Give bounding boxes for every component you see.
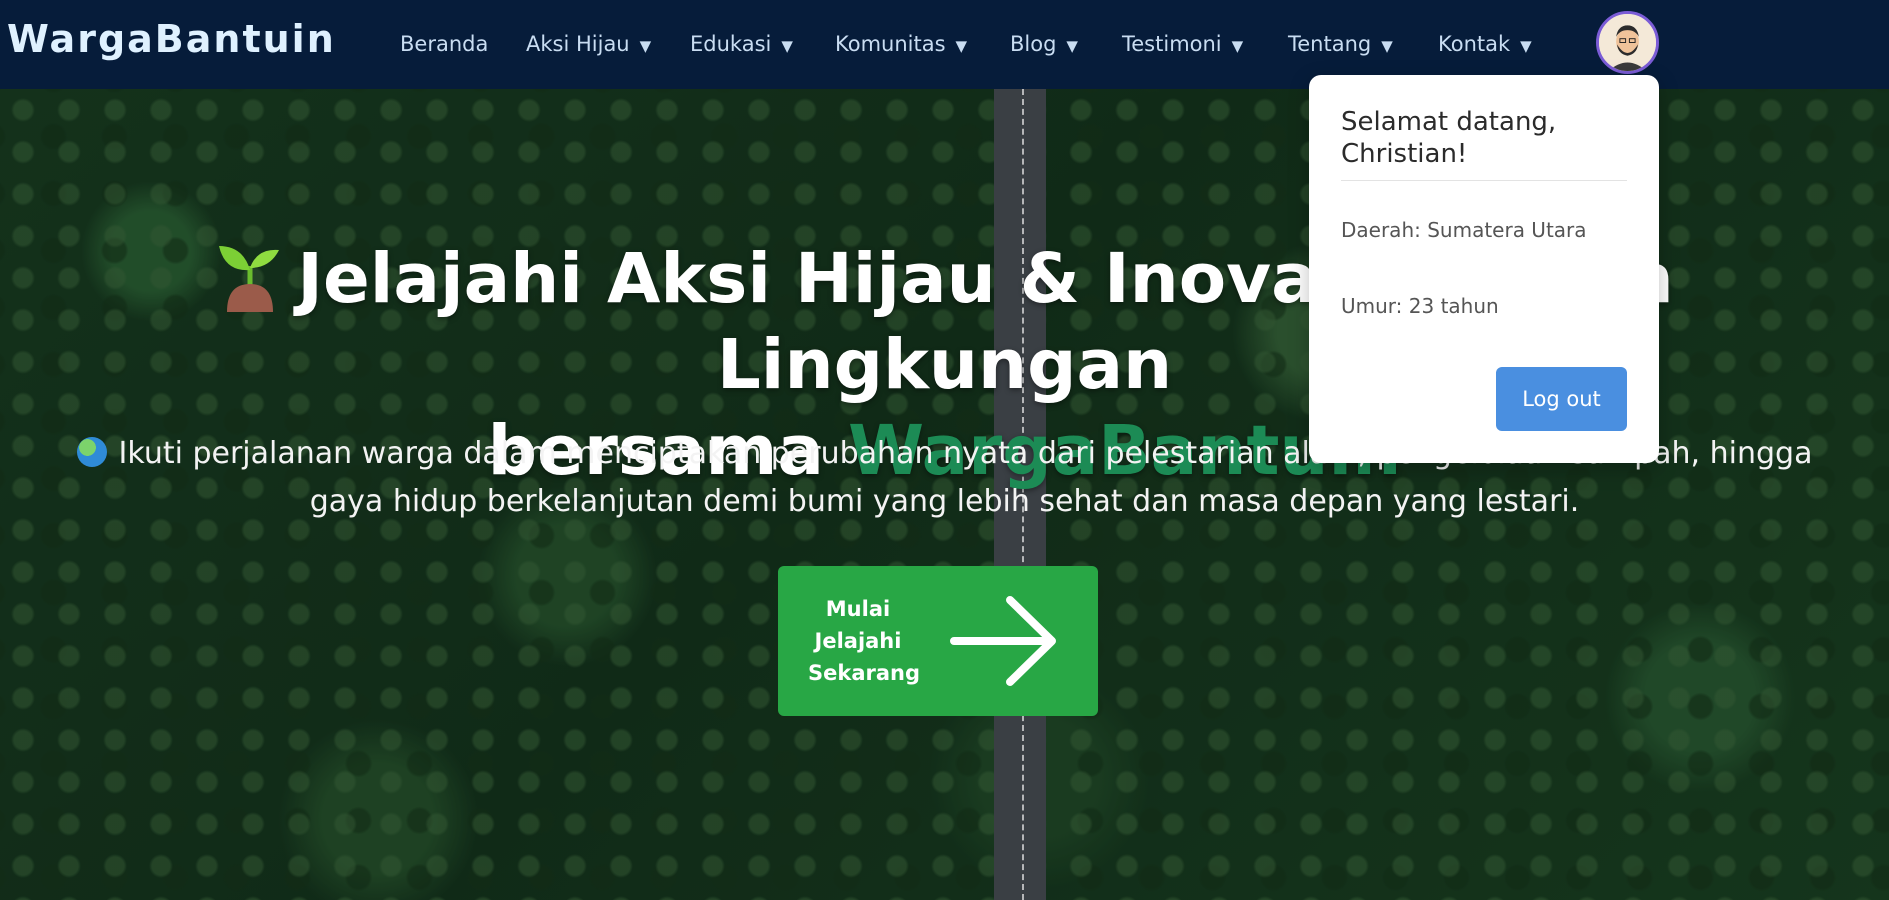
nav-edukasi[interactable]: Edukasi ▼ xyxy=(690,28,793,60)
user-avatar-icon xyxy=(1599,14,1656,71)
chevron-down-icon: ▼ xyxy=(1066,37,1078,55)
logout-button[interactable]: Log out xyxy=(1496,367,1627,431)
sprout-icon xyxy=(215,240,285,312)
nav-blog[interactable]: Blog ▼ xyxy=(1010,28,1078,60)
nav-aksi-hijau[interactable]: Aksi Hijau ▼ xyxy=(526,28,651,60)
nav-label: Tentang xyxy=(1288,32,1372,56)
chevron-down-icon: ▼ xyxy=(1381,37,1393,55)
nav-label: Komunitas xyxy=(835,32,946,56)
nav-label: Edukasi xyxy=(690,32,772,56)
nav-label: Aksi Hijau xyxy=(526,32,630,56)
nav-komunitas[interactable]: Komunitas ▼ xyxy=(835,28,967,60)
arrow-right-icon xyxy=(950,596,1056,686)
chevron-down-icon: ▼ xyxy=(1231,37,1244,55)
nav-tentang[interactable]: Tentang ▼ xyxy=(1288,28,1393,60)
nav-testimoni[interactable]: Testimoni ▼ xyxy=(1122,28,1243,60)
nav-kontak[interactable]: Kontak ▼ xyxy=(1438,28,1532,60)
chevron-down-icon: ▼ xyxy=(639,37,652,55)
nav-label: Blog xyxy=(1010,32,1057,56)
nav-beranda[interactable]: Beranda xyxy=(400,28,488,60)
nav-label: Beranda xyxy=(400,32,489,56)
nav-label: Kontak xyxy=(1438,32,1511,56)
divider xyxy=(1341,180,1627,181)
user-avatar-button[interactable] xyxy=(1596,11,1659,74)
globe-icon xyxy=(76,437,107,467)
chevron-down-icon: ▼ xyxy=(781,37,793,55)
profile-greeting: Selamat datang, Christian! xyxy=(1341,107,1557,169)
chevron-down-icon: ▼ xyxy=(955,37,968,55)
profile-region: Daerah: Sumatera Utara xyxy=(1341,218,1587,242)
profile-age: Umur: 23 tahun xyxy=(1341,294,1499,318)
brand-logo[interactable]: WargaBantuin xyxy=(7,17,336,61)
start-explore-button[interactable]: Mulai Jelajahi Sekarang xyxy=(778,566,1098,716)
chevron-down-icon: ▼ xyxy=(1520,37,1532,55)
nav-label: Testimoni xyxy=(1122,32,1222,56)
cta-label: Mulai Jelajahi Sekarang xyxy=(808,597,921,685)
profile-dropdown: Selamat datang, Christian! Daerah: Sumat… xyxy=(1309,75,1659,463)
